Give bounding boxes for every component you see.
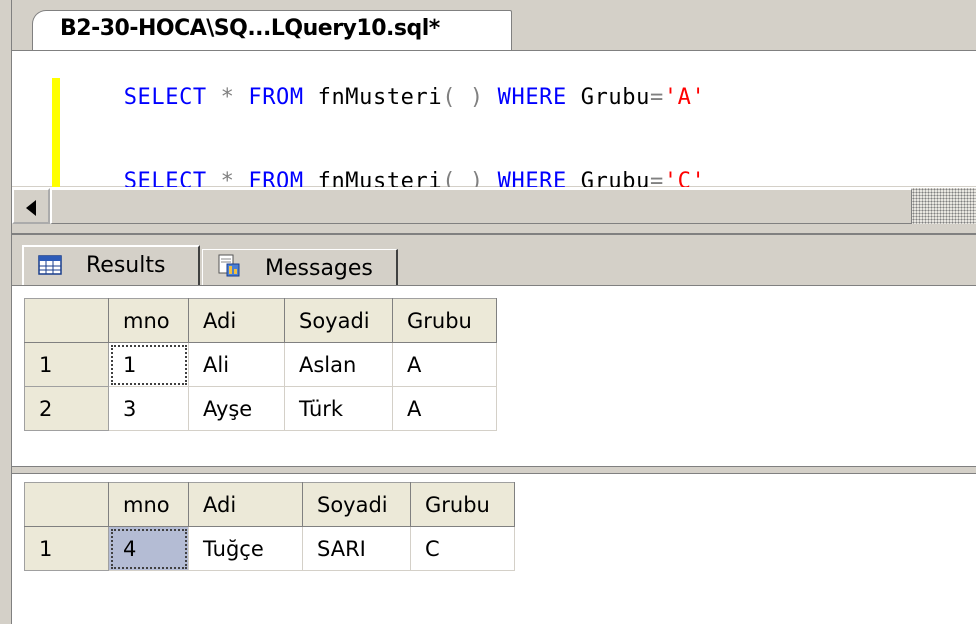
horizontal-scrollbar[interactable] <box>12 187 976 225</box>
string-literal: 'A' <box>663 85 706 110</box>
table-cell[interactable]: 3 <box>108 386 189 431</box>
row-number[interactable]: 1 <box>24 342 109 387</box>
column-name: Grubu <box>580 85 650 110</box>
column-header[interactable]: Grubu <box>410 482 515 527</box>
grid-corner-cell[interactable] <box>24 298 109 343</box>
scroll-left-button[interactable] <box>12 188 50 224</box>
grid-icon <box>38 255 62 275</box>
column-header[interactable]: mno <box>108 298 189 343</box>
tab-results[interactable]: Results <box>22 245 200 287</box>
keyword-from: FROM <box>248 85 304 110</box>
table-cell[interactable]: 1 <box>108 342 189 387</box>
table-cell[interactable]: Türk <box>284 386 393 431</box>
operator-star: * <box>220 85 235 110</box>
row-number[interactable]: 2 <box>24 386 109 431</box>
scroll-thumb[interactable] <box>50 188 912 224</box>
column-header[interactable]: Adi <box>188 482 303 527</box>
result-grid-1[interactable]: mno Adi Soyadi Grubu 1 1 Ali Aslan A 2 3… <box>24 298 497 431</box>
result-tab-strip: Results Messages <box>12 233 976 287</box>
window-left-frame <box>0 0 12 624</box>
tab-messages[interactable]: Messages <box>202 249 398 285</box>
column-header[interactable]: mno <box>108 482 189 527</box>
grid-header-row: mno Adi Soyadi Grubu <box>24 482 515 527</box>
column-header[interactable]: Grubu <box>392 298 497 343</box>
function-name: fnMusteri <box>317 85 443 110</box>
code-line-1[interactable]: SELECT * FROM fnMusteri( ) WHERE Grubu='… <box>96 60 705 110</box>
tab-messages-label: Messages <box>265 256 373 281</box>
scroll-track-empty[interactable] <box>912 188 976 224</box>
table-cell[interactable]: Tuğçe <box>188 526 303 571</box>
table-row[interactable]: 1 4 Tuğçe SARI C <box>24 526 515 571</box>
tab-results-label: Results <box>86 253 166 278</box>
results-pane: mno Adi Soyadi Grubu 1 1 Ali Aslan A 2 3… <box>12 285 976 624</box>
column-header[interactable]: Soyadi <box>284 298 393 343</box>
arrow-left-icon <box>26 200 36 216</box>
grid-header-row: mno Adi Soyadi Grubu <box>24 298 497 343</box>
table-cell[interactable]: SARI <box>302 526 411 571</box>
table-cell[interactable]: A <box>392 386 497 431</box>
table-cell[interactable]: Ayşe <box>188 386 285 431</box>
results-splitter[interactable] <box>12 466 976 474</box>
keyword-select: SELECT <box>123 85 207 110</box>
table-cell[interactable]: C <box>410 526 515 571</box>
row-number[interactable]: 1 <box>24 526 109 571</box>
document-tab-title: B2-30-HOCA\SQ...LQuery10.sql* <box>60 16 440 41</box>
column-header[interactable]: Soyadi <box>302 482 411 527</box>
grid-corner-cell[interactable] <box>24 482 109 527</box>
keyword-where: WHERE <box>497 85 567 110</box>
parentheses: ( ) <box>442 85 484 110</box>
result-grid-2[interactable]: mno Adi Soyadi Grubu 1 4 Tuğçe SARI C <box>24 482 515 571</box>
changed-lines-marker <box>52 78 60 188</box>
column-header[interactable]: Adi <box>188 298 285 343</box>
table-cell[interactable]: A <box>392 342 497 387</box>
table-cell[interactable]: Ali <box>188 342 285 387</box>
operator-equals: = <box>649 85 664 110</box>
table-cell[interactable]: Aslan <box>284 342 393 387</box>
table-cell[interactable]: 4 <box>108 526 189 571</box>
messages-icon <box>218 254 240 277</box>
table-row[interactable]: 2 3 Ayşe Türk A <box>24 386 497 431</box>
table-row[interactable]: 1 1 Ali Aslan A <box>24 342 497 387</box>
